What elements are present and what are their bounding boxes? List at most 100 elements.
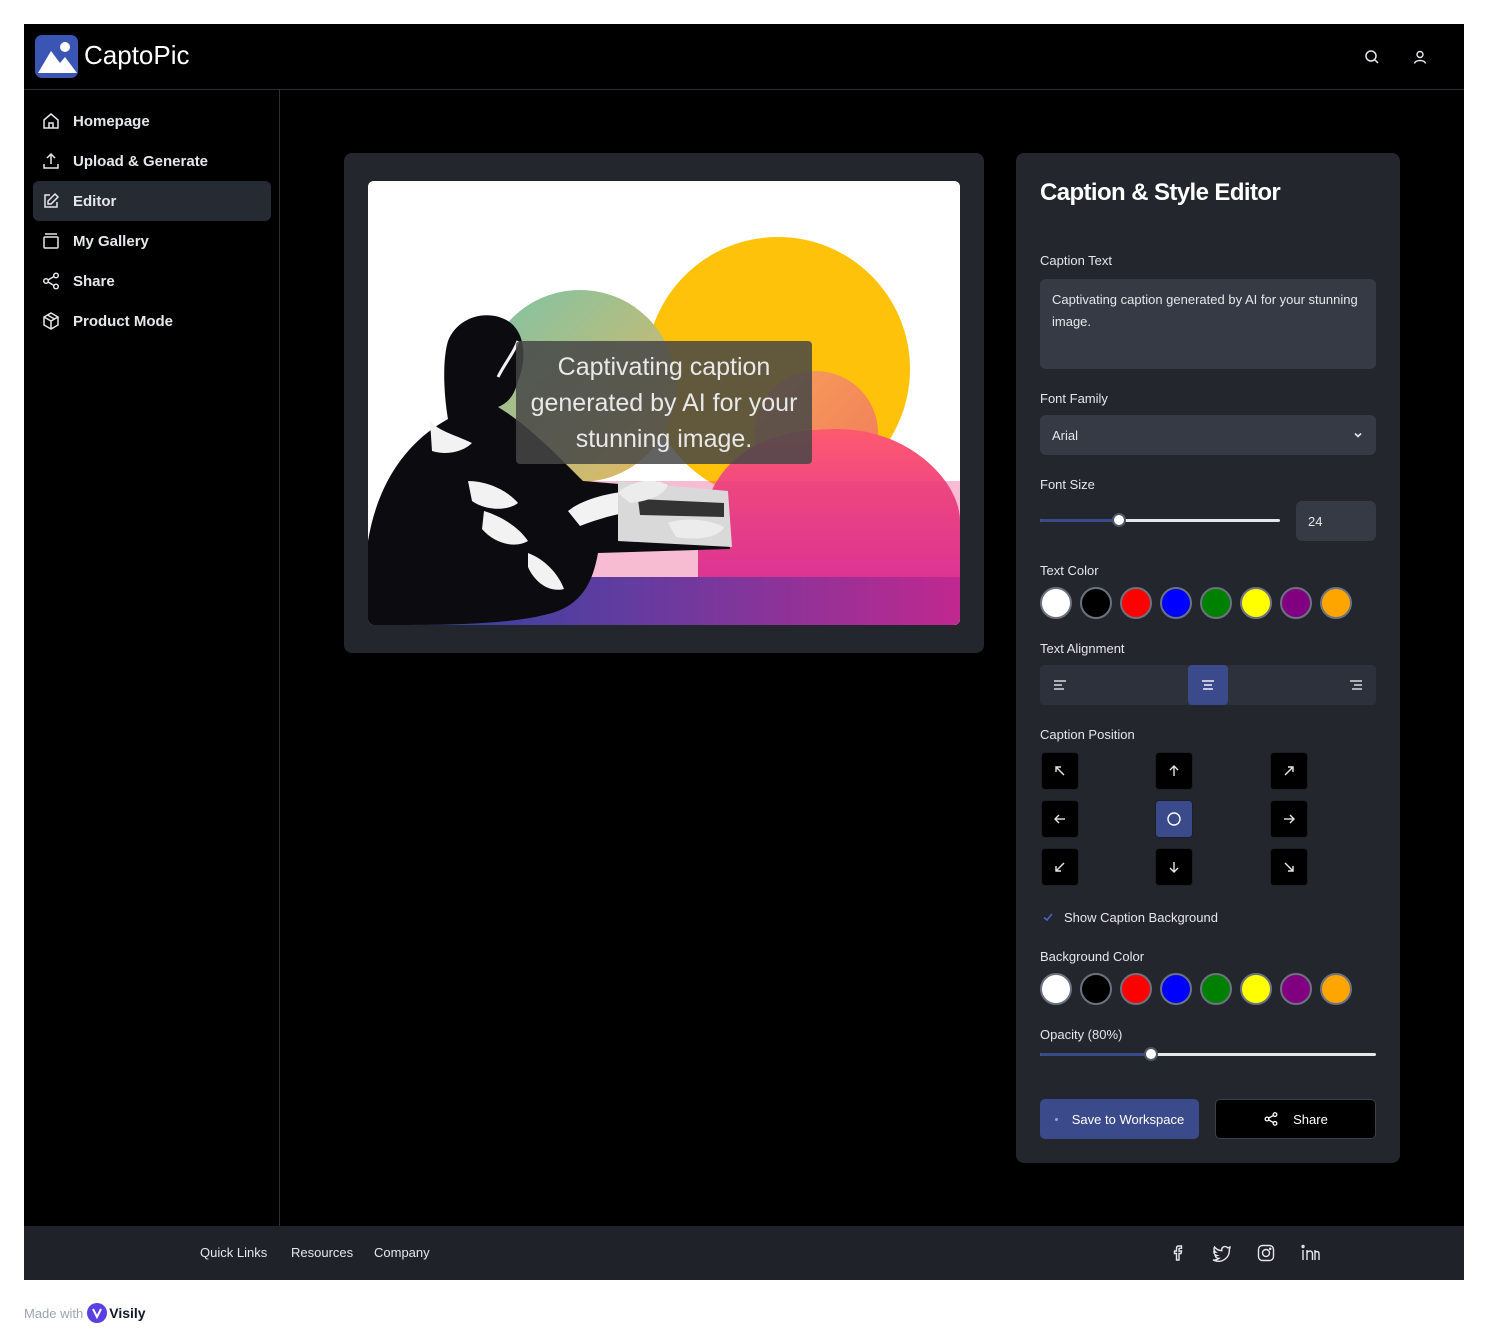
position-bottom-button[interactable] <box>1155 848 1193 886</box>
sidebar-item-upload-generate[interactable]: Upload & Generate <box>33 141 271 181</box>
arrow-left-icon <box>1054 814 1065 824</box>
sidebar-item-label: Homepage <box>73 112 150 130</box>
font-size-slider-thumb[interactable] <box>1112 513 1127 527</box>
linkedin-icon[interactable] <box>1299 1242 1321 1264</box>
twitter-icon[interactable] <box>1211 1242 1233 1264</box>
align-center-button[interactable] <box>1188 665 1228 705</box>
sidebar-item-my-gallery[interactable]: My Gallery <box>33 221 271 261</box>
font-size-label: Font Size <box>1040 477 1095 492</box>
align-right-button[interactable] <box>1336 665 1376 705</box>
visily-logo-icon <box>87 1303 108 1323</box>
caption-position-label: Caption Position <box>1040 727 1135 742</box>
align-left-icon <box>1054 680 1066 690</box>
share-icon <box>42 272 60 290</box>
caption-text-label: Caption Text <box>1040 253 1113 268</box>
text-color-swatches <box>1040 587 1352 619</box>
box-icon <box>43 312 59 330</box>
sidebar-item-product-mode[interactable]: Product Mode <box>33 301 271 341</box>
bg-color-purple[interactable] <box>1280 973 1312 1005</box>
bg-color-green[interactable] <box>1200 973 1232 1005</box>
text-color-blue[interactable] <box>1160 587 1192 619</box>
show-background-toggle[interactable]: Show Caption Background <box>1040 909 1218 925</box>
visily-brand: Visily <box>109 1305 146 1321</box>
opacity-label: Opacity (80%) <box>1040 1027 1123 1042</box>
top-header: CaptoPic <box>24 24 1464 90</box>
opacity-slider-fill <box>1040 1053 1151 1056</box>
search-icon[interactable] <box>1361 46 1383 68</box>
font-family-label: Font Family <box>1040 391 1108 406</box>
upload-icon <box>43 152 59 169</box>
logo-icon[interactable] <box>35 35 78 78</box>
text-color-yellow[interactable] <box>1240 587 1272 619</box>
arrow-right-icon <box>1284 814 1295 824</box>
image-preview-card: Captivating caption generated by AI for … <box>344 153 984 653</box>
caption-overlay-text: Captivating caption generated by AI for … <box>530 352 798 453</box>
show-background-checkbox[interactable] <box>1040 909 1056 925</box>
preview-image: Captivating caption generated by AI for … <box>368 181 960 625</box>
made-with-badge[interactable]: Made with Visily <box>24 1303 146 1323</box>
position-left-button[interactable] <box>1041 800 1079 838</box>
position-bottom-left-button[interactable] <box>1041 848 1079 886</box>
sidebar-item-share[interactable]: Share <box>33 261 271 301</box>
arrow-down-icon <box>1169 862 1179 873</box>
position-right-button[interactable] <box>1270 800 1308 838</box>
caption-overlay[interactable]: Captivating caption generated by AI for … <box>516 341 812 464</box>
caption-text-input[interactable]: Captivating caption generated by AI for … <box>1040 279 1376 369</box>
text-color-green[interactable] <box>1200 587 1232 619</box>
position-top-left-button[interactable] <box>1041 752 1079 790</box>
font-size-input[interactable]: 24 <box>1296 501 1376 541</box>
text-color-white[interactable] <box>1040 587 1072 619</box>
text-alignment-group <box>1040 665 1376 705</box>
position-bottom-right-button[interactable] <box>1270 848 1308 886</box>
text-color-red[interactable] <box>1120 587 1152 619</box>
made-with-text: Made with <box>24 1305 84 1321</box>
arrow-up-icon <box>1169 765 1179 776</box>
text-color-purple[interactable] <box>1280 587 1312 619</box>
arrow-down-right-icon <box>1284 862 1294 872</box>
sidebar-item-editor[interactable]: Editor <box>33 181 271 221</box>
user-icon[interactable] <box>1409 46 1431 68</box>
circle-icon <box>1167 812 1181 826</box>
instagram-icon[interactable] <box>1255 1242 1277 1264</box>
opacity-slider[interactable] <box>1040 1047 1376 1061</box>
sidebar-item-label: Editor <box>73 192 117 210</box>
arrow-up-left-icon <box>1055 766 1065 776</box>
arrow-up-right-icon <box>1284 766 1294 776</box>
font-family-select[interactable]: Arial <box>1040 415 1376 455</box>
footer-link-resources[interactable]: Resources <box>291 1245 353 1260</box>
sidebar-item-label: Product Mode <box>73 312 173 330</box>
text-color-orange[interactable] <box>1320 587 1352 619</box>
gallery-icon <box>43 233 59 249</box>
share-button-label: Share <box>1293 1111 1328 1127</box>
bg-color-blue[interactable] <box>1160 973 1192 1005</box>
brand-name[interactable]: CaptoPic <box>84 40 190 71</box>
sidebar-item-homepage[interactable]: Homepage <box>33 101 271 141</box>
font-family-value: Arial <box>1052 427 1079 443</box>
sidebar-item-label: My Gallery <box>73 232 149 250</box>
opacity-slider-thumb[interactable] <box>1143 1047 1158 1061</box>
bg-color-red[interactable] <box>1120 973 1152 1005</box>
facebook-icon[interactable] <box>1167 1242 1189 1264</box>
bg-color-white[interactable] <box>1040 973 1072 1005</box>
sidebar-item-label: Share <box>73 272 115 290</box>
bg-color-yellow[interactable] <box>1240 973 1272 1005</box>
position-top-button[interactable] <box>1155 752 1193 790</box>
share-button[interactable]: Share <box>1215 1099 1376 1139</box>
font-size-slider[interactable] <box>1040 513 1280 527</box>
sidebar: Homepage Upload & Generate Editor My Gal… <box>24 90 280 1226</box>
position-top-right-button[interactable] <box>1270 752 1308 790</box>
text-color-black[interactable] <box>1080 587 1112 619</box>
bg-color-black[interactable] <box>1080 973 1112 1005</box>
bg-color-orange[interactable] <box>1320 973 1352 1005</box>
save-to-workspace-button[interactable]: Save to Workspace <box>1040 1099 1199 1139</box>
text-alignment-label: Text Alignment <box>1040 641 1125 656</box>
chevron-down-icon <box>1354 432 1362 438</box>
position-center-button[interactable] <box>1155 800 1193 838</box>
arrow-down-left-icon <box>1055 862 1065 872</box>
panel-title: Caption & Style Editor <box>1040 179 1281 206</box>
footer-link-quick-links[interactable]: Quick Links <box>200 1245 267 1260</box>
share-icon <box>1264 1112 1278 1126</box>
app-root: CaptoPic Homepage Upload & Generate Edit… <box>24 24 1464 1280</box>
align-left-button[interactable] <box>1040 665 1080 705</box>
footer-link-company[interactable]: Company <box>374 1245 430 1260</box>
